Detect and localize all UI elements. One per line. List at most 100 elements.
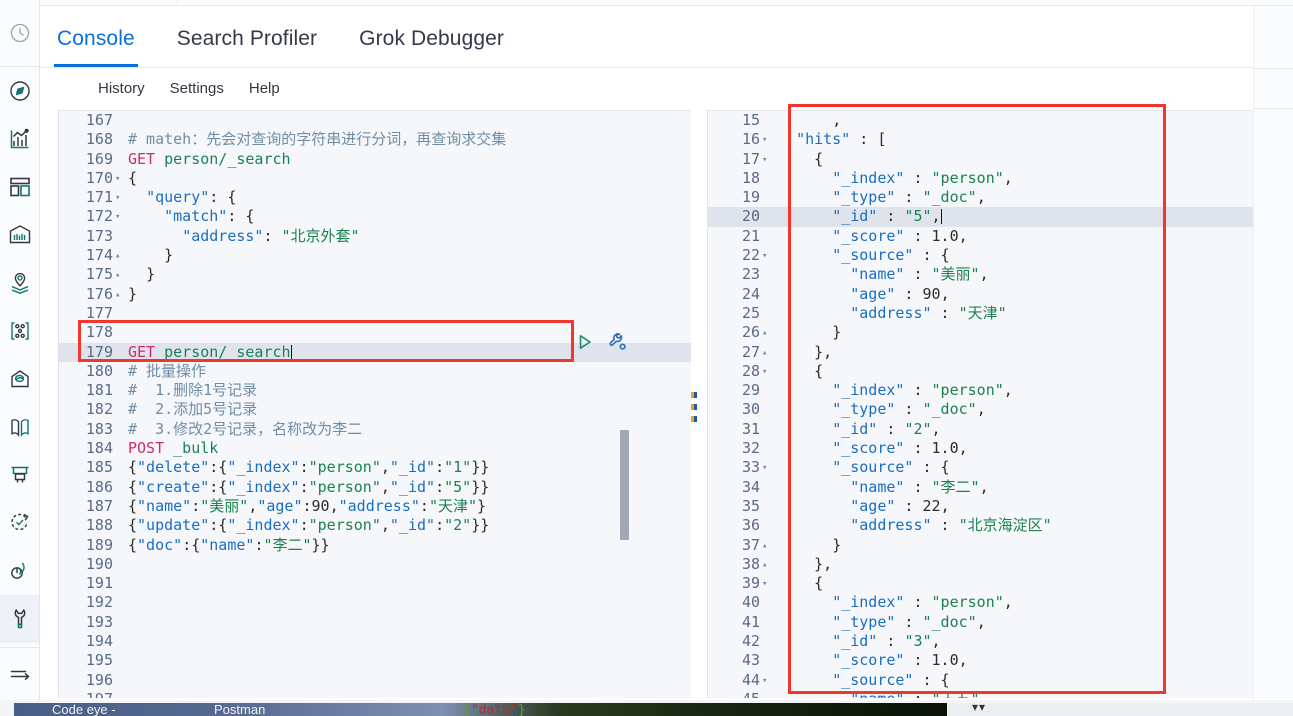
fold-up-icon[interactable]: ▴	[115, 247, 125, 266]
sidebar-item-recently-viewed[interactable]	[0, 0, 39, 67]
code-line[interactable]: 170 ▾{	[59, 169, 691, 188]
sidebar-item-canvas[interactable]	[0, 211, 39, 259]
code-line[interactable]: 187 {"name":"美丽","age":90,"address":"天津"}	[59, 497, 691, 516]
code-line[interactable]: 167	[59, 111, 691, 130]
code-line[interactable]: 183 # 3.修改2号记录，名称改为李二	[59, 420, 691, 439]
sidebar-item-machine-learning[interactable]	[0, 307, 39, 355]
code-line[interactable]: 43 "_score" : 1.0,	[708, 651, 1253, 670]
code-line[interactable]: 29 "_index" : "person",	[708, 381, 1253, 400]
taskbar-window-postman[interactable]: Postman	[214, 702, 265, 716]
fold-down-icon[interactable]: ▾	[115, 208, 125, 227]
fold-up-icon[interactable]: ▴	[762, 537, 772, 556]
code-line[interactable]: 40 "_index" : "person",	[708, 593, 1253, 612]
code-line[interactable]: 169 GET person/_search	[59, 150, 691, 169]
code-line[interactable]: 23 "name" : "美丽",	[708, 265, 1253, 284]
code-line[interactable]: 168 # mateh：先会对查询的字符串进行分词，再查询求交集	[59, 130, 691, 149]
code-line[interactable]: 26 ▴ }	[708, 323, 1253, 342]
code-line[interactable]: 193	[59, 613, 691, 632]
code-line[interactable]: 44 ▾ "_source" : {	[708, 671, 1253, 690]
sidebar-item-apm[interactable]	[0, 451, 39, 499]
code-line[interactable]: 197	[59, 690, 691, 698]
code-line[interactable]: 32 "_score" : 1.0,	[708, 439, 1253, 458]
code-line[interactable]: 27 ▴ },	[708, 343, 1253, 362]
fold-down-icon[interactable]: ▾	[762, 247, 772, 266]
taskbar-carets[interactable]: ▾▾	[972, 700, 986, 714]
code-line[interactable]: 189 {"doc":{"name":"李二"}}	[59, 536, 691, 555]
wrench-settings-icon[interactable]	[607, 331, 628, 352]
submenu-help[interactable]: Help	[249, 80, 280, 97]
play-triangle-icon[interactable]	[575, 332, 595, 352]
code-line[interactable]: 195	[59, 651, 691, 670]
fold-down-icon[interactable]: ▾	[762, 459, 772, 478]
code-line[interactable]: 45 "name" : "王五",	[708, 690, 1253, 698]
fold-down-icon[interactable]: ▾	[115, 189, 125, 208]
code-line[interactable]: 41 "_type" : "_doc",	[708, 613, 1253, 632]
sidebar-item-maps[interactable]	[0, 259, 39, 307]
code-line[interactable]: 22 ▾ "_source" : {	[708, 246, 1253, 265]
code-line[interactable]: 177	[59, 304, 691, 323]
sidebar-item-discover[interactable]	[0, 67, 39, 115]
sidebar-item-visualize[interactable]	[0, 115, 39, 163]
code-line[interactable]: 19 "_type" : "_doc",	[708, 188, 1253, 207]
code-line[interactable]: 188 {"update":{"_index":"person","_id":"2…	[59, 516, 691, 535]
code-line[interactable]: 24 "age" : 90,	[708, 285, 1253, 304]
code-line[interactable]: 16 ▾ "hits" : [	[708, 130, 1253, 149]
code-line[interactable]: 28 ▾ {	[708, 362, 1253, 381]
code-line[interactable]: 42 "_id" : "3",	[708, 632, 1253, 651]
code-line[interactable]: 176 ▴}	[59, 285, 691, 304]
code-line[interactable]: 192	[59, 593, 691, 612]
response-editor[interactable]: 15 , 16 ▾ "hits" : [17 ▾ {18 "_index" : "pe…	[708, 110, 1253, 698]
code-line[interactable]: 173 "address": "北京外套"	[59, 227, 691, 246]
code-line[interactable]: 36 "address" : "北京海淀区"	[708, 516, 1253, 535]
submenu-history[interactable]: History	[98, 80, 145, 97]
fold-up-icon[interactable]: ▴	[762, 556, 772, 575]
fold-down-icon[interactable]: ▾	[762, 151, 772, 170]
taskbar-window-code-eye[interactable]: Code eye -	[52, 702, 116, 716]
code-line[interactable]: 15 ,	[708, 111, 1253, 130]
code-line[interactable]: 191	[59, 574, 691, 593]
code-line[interactable]: 185 {"delete":{"_index":"person","_id":"1…	[59, 458, 691, 477]
code-line[interactable]: 30 "_type" : "_doc",	[708, 400, 1253, 419]
code-line[interactable]: 21 "_score" : 1.0,	[708, 227, 1253, 246]
code-line[interactable]: 17 ▾ {	[708, 150, 1253, 169]
code-line[interactable]: 172 ▾ "match": {	[59, 207, 691, 226]
code-line[interactable]: 39 ▾ {	[708, 574, 1253, 593]
request-editor-scrollbar[interactable]	[620, 430, 629, 540]
tab-grok-debugger[interactable]: Grok Debugger	[359, 27, 504, 67]
code-line[interactable]: 35 "age" : 22,	[708, 497, 1253, 516]
sidebar-item-dashboard[interactable]	[0, 163, 39, 211]
tab-search-profiler[interactable]: Search Profiler	[177, 27, 317, 67]
fold-up-icon[interactable]: ▴	[762, 344, 772, 363]
code-line[interactable]: 180 # 批量操作	[59, 362, 691, 381]
submenu-settings[interactable]: Settings	[170, 80, 224, 97]
code-line[interactable]: 186 {"create":{"_index":"person","_id":"5…	[59, 478, 691, 497]
code-line[interactable]: 18 "_index" : "person",	[708, 169, 1253, 188]
fold-down-icon[interactable]: ▾	[115, 170, 125, 189]
fold-down-icon[interactable]: ▾	[762, 575, 772, 594]
code-line[interactable]: 182 # 2.添加5号记录	[59, 400, 691, 419]
fold-up-icon[interactable]: ▴	[115, 266, 125, 285]
fold-down-icon[interactable]: ▾	[762, 131, 772, 150]
fold-down-icon[interactable]: ▾	[762, 672, 772, 691]
tab-console[interactable]: Console	[54, 27, 138, 67]
request-editor[interactable]: 167 168 # mateh：先会对查询的字符串进行分词，再查询求交集 169 GET…	[58, 110, 691, 698]
pane-resize-handle[interactable]	[691, 392, 698, 422]
code-line[interactable]: 31 "_id" : "2",	[708, 420, 1253, 439]
fold-up-icon[interactable]: ▴	[762, 324, 772, 343]
fold-down-icon[interactable]: ▾	[762, 363, 772, 382]
code-line[interactable]: 194	[59, 632, 691, 651]
code-line[interactable]: 174 ▴ }	[59, 246, 691, 265]
code-line[interactable]: 25 "address" : "天津"	[708, 304, 1253, 323]
code-line[interactable]: 171 ▾ "query": {	[59, 188, 691, 207]
sidebar-item-dev-tools[interactable]	[0, 595, 39, 643]
code-line[interactable]: 184 POST _bulk	[59, 439, 691, 458]
code-line[interactable]: 20 "_id" : "5",	[708, 207, 1253, 227]
code-line[interactable]: 38 ▴ },	[708, 555, 1253, 574]
code-line[interactable]: 196	[59, 671, 691, 690]
code-line[interactable]: 33 ▾ "_source" : {	[708, 458, 1253, 477]
code-line[interactable]: 34 "name" : "李二",	[708, 478, 1253, 497]
sidebar-item-infrastructure[interactable]	[0, 355, 39, 403]
code-line[interactable]: 181 # 1.删除1号记录	[59, 381, 691, 400]
code-line[interactable]: 37 ▴ }	[708, 536, 1253, 555]
sidebar-item-logs[interactable]	[0, 403, 39, 451]
